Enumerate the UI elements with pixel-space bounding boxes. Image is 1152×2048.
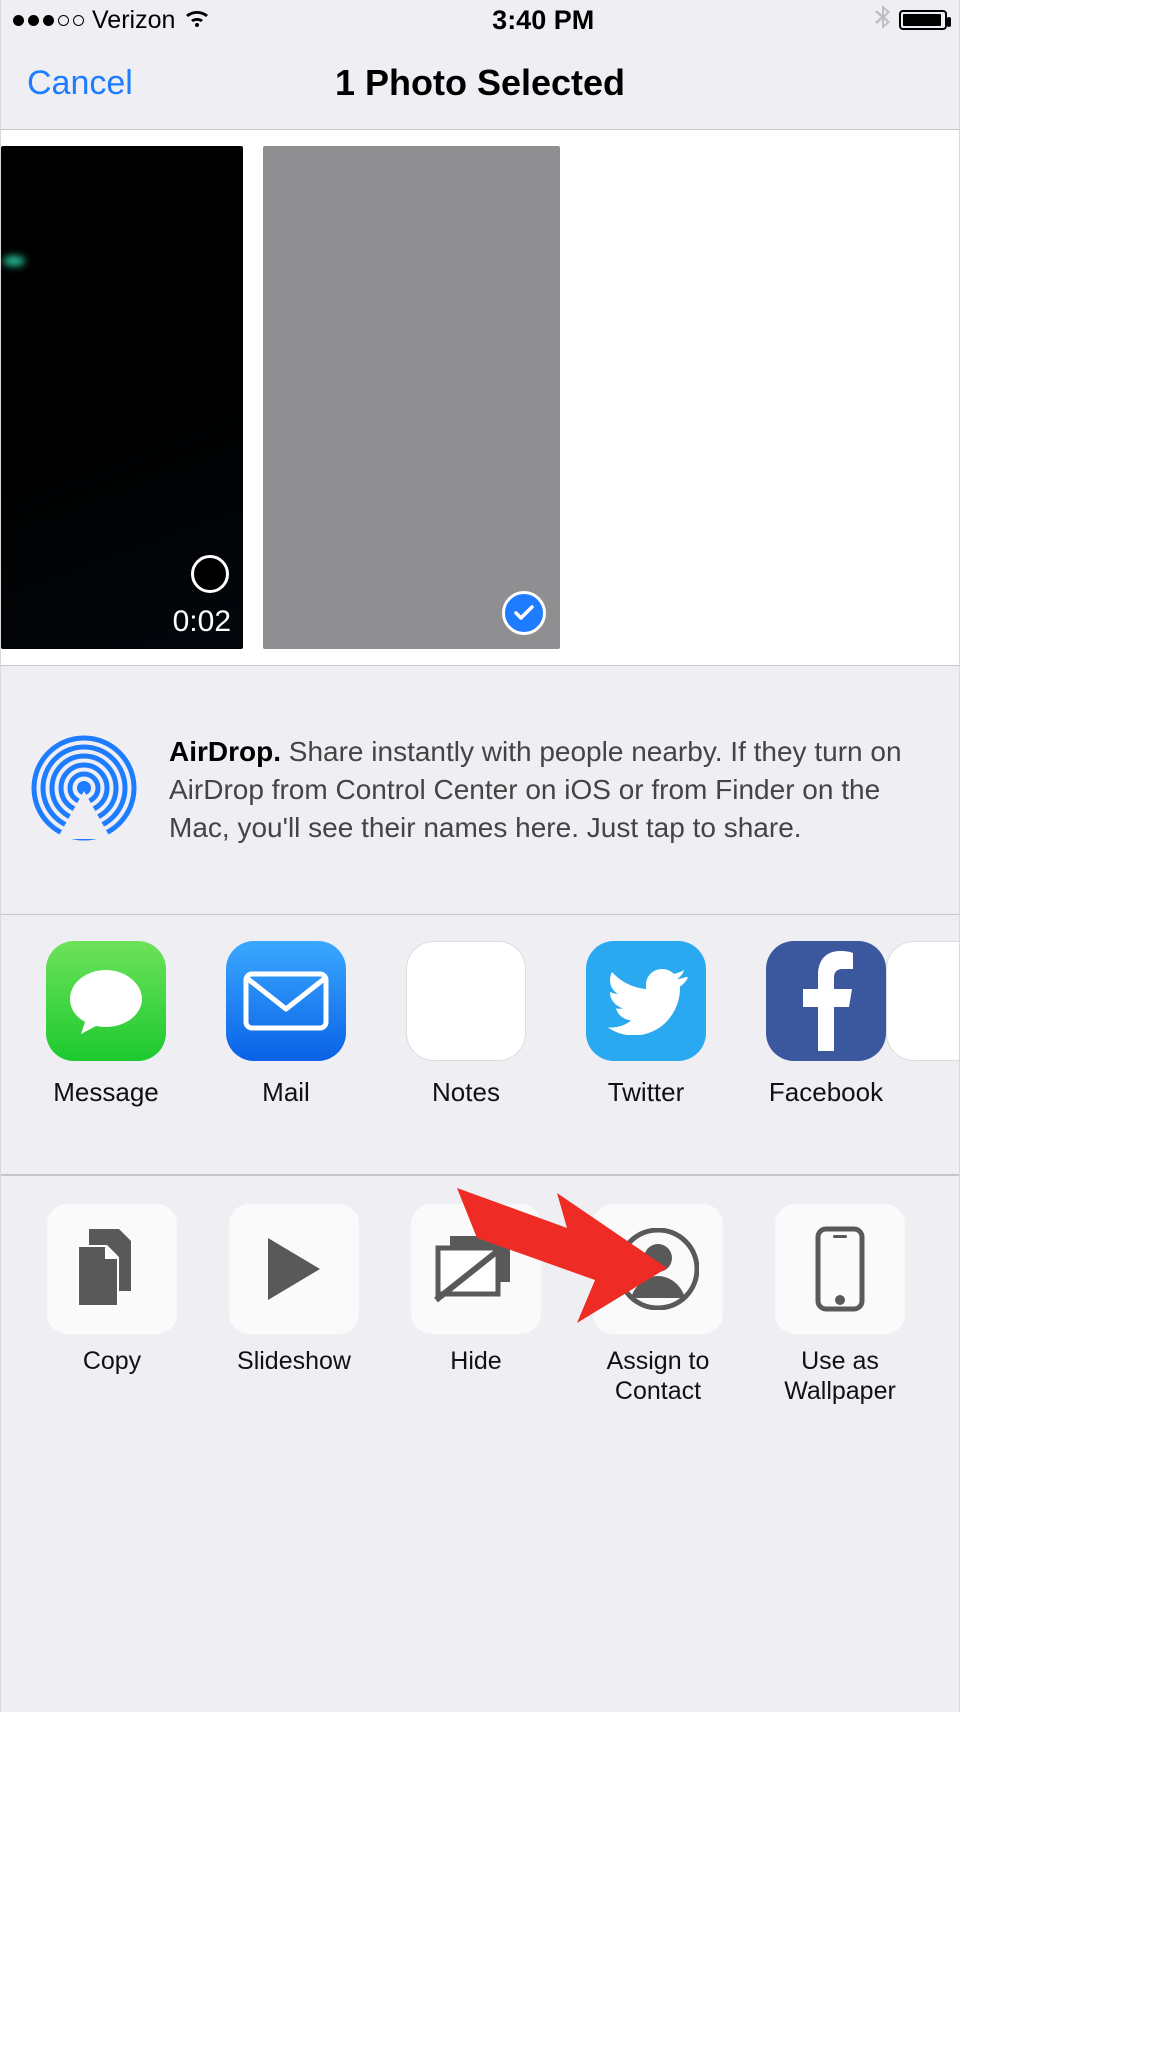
video-thumbnail[interactable]: 0:02 <box>1 146 243 649</box>
share-sheet: Verizon 3:40 PM Cancel 1 Photo Selected … <box>0 0 960 1712</box>
selection-ring-icon[interactable] <box>191 555 229 593</box>
contact-icon <box>593 1204 723 1334</box>
assign-to-contact-button[interactable]: Assign to Contact <box>575 1204 741 1475</box>
checkmark-icon[interactable] <box>502 591 546 635</box>
clock: 3:40 PM <box>492 5 594 36</box>
hide-button[interactable]: Hide <box>393 1204 559 1475</box>
app-row[interactable]: Message Mail Notes Twitter Facebook <box>1 915 959 1175</box>
page-title: 1 Photo Selected <box>1 62 959 104</box>
selection-ring-icon[interactable] <box>935 469 959 515</box>
nav-bar: Cancel 1 Photo Selected <box>1 40 959 130</box>
video-duration: 0:02 <box>173 605 231 639</box>
airdrop-description: AirDrop. Share instantly with people nea… <box>169 733 931 846</box>
use-as-wallpaper-button[interactable]: Use as Wallpaper <box>757 1204 923 1475</box>
signal-dots-icon <box>13 15 84 26</box>
airdrop-icon <box>29 733 139 848</box>
share-message-button[interactable]: Message <box>31 941 181 1174</box>
slideshow-button[interactable]: Slideshow <box>211 1204 377 1475</box>
wifi-icon <box>183 5 211 36</box>
status-bar: Verizon 3:40 PM <box>1 0 959 40</box>
page-gutter-bottom <box>0 1712 1152 2048</box>
phone-icon <box>775 1204 905 1334</box>
media-strip[interactable]: 0:02 <box>1 130 959 665</box>
airdrop-section[interactable]: AirDrop. Share instantly with people nea… <box>1 665 959 915</box>
copy-button[interactable]: Copy <box>29 1204 195 1475</box>
copy-icon <box>47 1204 177 1334</box>
notes-icon <box>406 941 526 1061</box>
message-icon <box>46 941 166 1061</box>
bluetooth-icon <box>875 4 891 37</box>
mail-icon <box>226 941 346 1061</box>
facebook-icon <box>766 941 886 1061</box>
twitter-icon <box>586 941 706 1061</box>
play-icon <box>229 1204 359 1334</box>
share-mail-button[interactable]: Mail <box>211 941 361 1174</box>
battery-icon <box>899 10 947 30</box>
share-more-button[interactable] <box>931 941 959 1174</box>
share-notes-button[interactable]: Notes <box>391 941 541 1174</box>
share-twitter-button[interactable]: Twitter <box>571 941 721 1174</box>
share-facebook-button[interactable]: Facebook <box>751 941 901 1174</box>
carrier-label: Verizon <box>92 6 175 35</box>
action-row[interactable]: Copy Slideshow Hide Assign to Contact Us… <box>1 1175 959 1475</box>
hide-icon <box>411 1204 541 1334</box>
photo-thumbnail-selected[interactable] <box>263 146 560 649</box>
